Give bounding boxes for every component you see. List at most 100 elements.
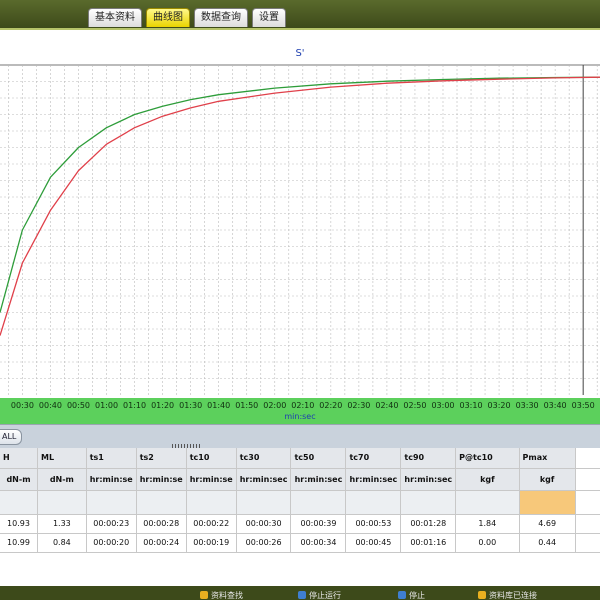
unit-cell: hr:min:se — [86, 468, 137, 491]
x-axis-band: 00:30 00:40 00:50 01:00 01:10 01:20 01:30 01:40… — [0, 398, 600, 424]
x-tick-label: 01:00 — [95, 401, 119, 410]
blank-cell — [136, 490, 187, 515]
status-item[interactable]: 停止 — [398, 591, 425, 600]
blank-cell — [37, 490, 87, 515]
db-icon — [478, 591, 486, 599]
x-tick-label: 01:10 — [123, 401, 147, 410]
data-row: 10.93 1.33 00:00:23 00:00:28 00:00:22 00:00:3… — [0, 514, 600, 534]
x-tick-label: 02:00 — [263, 401, 287, 410]
tab-curve-chart[interactable]: 曲线图 — [146, 8, 190, 27]
header-cell: P@tc10 — [455, 448, 520, 469]
x-tick-label: 03:40 — [543, 401, 567, 410]
x-tick-label: 01:30 — [179, 401, 203, 410]
data-cell: 00:00:53 — [345, 514, 402, 534]
data-cell: 00:00:39 — [290, 514, 347, 534]
filler-cell — [575, 514, 600, 534]
data-cell: 00:01:28 — [400, 514, 457, 534]
app-window: 基本资料 曲线图 数据查询 设置 S' 00:30 00:40 00:50 01:00… — [0, 0, 600, 600]
header-cell: tc30 — [236, 448, 292, 469]
x-tick-label: 01:50 — [235, 401, 259, 410]
header-cell: Pmax — [519, 448, 576, 469]
blank-cell — [455, 490, 520, 515]
blank-cell — [86, 490, 137, 515]
data-cell: 0.84 — [37, 533, 87, 553]
data-cell: 00:00:24 — [136, 533, 187, 553]
data-cell: 00:00:20 — [86, 533, 137, 553]
header-cell: ML — [37, 448, 87, 469]
chart-toolbar: ALL — [0, 424, 600, 448]
filler-cell — [575, 533, 600, 553]
data-row: 10.99 0.84 00:00:20 00:00:24 00:00:19 00:00:2… — [0, 533, 600, 553]
x-tick-label: 01:40 — [207, 401, 231, 410]
unit-cell: dN-m — [37, 468, 87, 491]
blank-cell — [186, 490, 237, 515]
status-item[interactable]: 停止运行 — [298, 591, 341, 600]
x-tick-label: 02:10 — [291, 401, 315, 410]
globe-icon — [298, 591, 306, 599]
data-cell: 0.00 — [455, 533, 520, 553]
blank-cell — [400, 490, 457, 515]
header-cell: tc10 — [186, 448, 237, 469]
data-cell: 00:00:45 — [345, 533, 402, 553]
blank-cell — [290, 490, 347, 515]
x-tick-label: 03:50 — [571, 401, 595, 410]
status-item[interactable]: 资料查找 — [200, 591, 243, 600]
status-item[interactable]: 资料库已连接 — [478, 591, 537, 600]
status-item-label: 资料查找 — [211, 591, 243, 600]
results-table: H ML ts1 ts2 tc10 tc30 tc50 tc70 tc90 P@tc10 Pmax d… — [0, 448, 600, 553]
results-table-container: H ML ts1 ts2 tc10 tc30 tc50 tc70 tc90 P@tc10 Pmax d… — [0, 448, 600, 586]
header-cell: tc90 — [400, 448, 457, 469]
unit-cell: hr:min:se — [186, 468, 237, 491]
globe-icon — [398, 591, 406, 599]
x-tick-label: 02:30 — [347, 401, 371, 410]
tab-basic-info[interactable]: 基本资料 — [88, 8, 142, 27]
status-bar: 资料查找 停止运行 停止 资料库已连接 — [0, 586, 600, 600]
data-cell: 4.69 — [519, 514, 576, 534]
header-cell: H — [0, 448, 38, 469]
data-cell: 10.99 — [0, 533, 38, 553]
blank-cell — [345, 490, 402, 515]
x-tick-label: 02:20 — [319, 401, 343, 410]
data-cell: 1.84 — [455, 514, 520, 534]
data-cell: 00:00:26 — [236, 533, 292, 553]
unit-cell: kgf — [519, 468, 576, 491]
header-cell: ts2 — [136, 448, 187, 469]
tab-bar: 基本资料 曲线图 数据查询 设置 — [0, 0, 600, 30]
data-cell: 10.93 — [0, 514, 38, 534]
status-item-label: 停止运行 — [309, 591, 341, 600]
data-cell: 00:00:30 — [236, 514, 292, 534]
data-cell: 00:00:19 — [186, 533, 237, 553]
unit-row: dN-m dN-m hr:min:se hr:min:se hr:min:se hr:mi… — [0, 468, 600, 491]
all-button[interactable]: ALL — [0, 429, 23, 445]
chart-title: S' — [295, 48, 305, 59]
x-tick-label: 02:50 — [403, 401, 427, 410]
data-cell: 00:00:22 — [186, 514, 237, 534]
x-tick-label: 00:50 — [66, 401, 91, 410]
data-cell: 00:00:23 — [86, 514, 137, 534]
cure-curve-chart — [0, 64, 600, 395]
blank-row — [0, 490, 600, 515]
unit-cell: hr:min:sec — [400, 468, 457, 491]
x-tick-label: 00:40 — [38, 401, 62, 410]
x-tick-label: 03:20 — [487, 401, 511, 410]
data-cell: 00:00:28 — [136, 514, 187, 534]
status-item-label: 停止 — [409, 591, 425, 600]
x-tick-label: 03:30 — [515, 401, 539, 410]
series-line-0 — [0, 76, 600, 313]
filler-cell — [575, 448, 600, 469]
header-cell: tc70 — [345, 448, 402, 469]
x-tick-label: 03:00 — [431, 401, 455, 410]
tab-settings[interactable]: 设置 — [252, 8, 286, 27]
data-cell: 00:01:16 — [400, 533, 457, 553]
table-icon — [200, 591, 208, 599]
status-item-label: 资料库已连接 — [489, 591, 537, 600]
x-tick-label: 03:10 — [459, 401, 483, 410]
x-tick-label: 01:20 — [151, 401, 175, 410]
blank-cell — [519, 490, 576, 515]
data-cell: 0.44 — [519, 533, 576, 553]
data-cell: 1.33 — [37, 514, 87, 534]
filler-cell — [575, 468, 600, 491]
tab-data-query[interactable]: 数据查询 — [194, 8, 248, 27]
unit-cell: dN-m — [0, 468, 38, 491]
header-cell: ts1 — [86, 448, 137, 469]
